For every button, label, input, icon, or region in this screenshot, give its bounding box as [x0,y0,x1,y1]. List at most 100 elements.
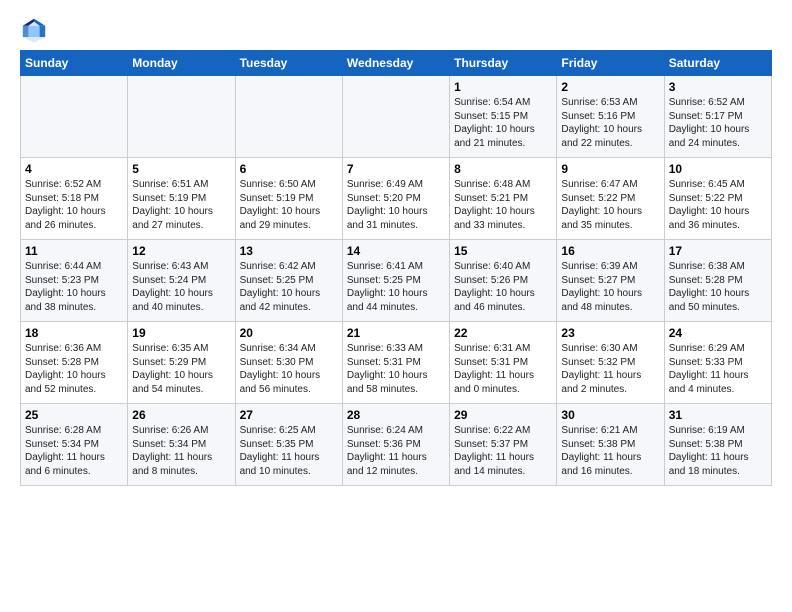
cell-content: Sunrise: 6:25 AM Sunset: 5:35 PM Dayligh… [240,424,338,478]
cell-content: Sunrise: 6:41 AM Sunset: 5:25 PM Dayligh… [347,260,445,314]
day-number: 8 [454,162,552,176]
cell-content: Sunrise: 6:26 AM Sunset: 5:34 PM Dayligh… [132,424,230,478]
cell-content: Sunrise: 6:51 AM Sunset: 5:19 PM Dayligh… [132,178,230,232]
calendar-cell: 27 Sunrise: 6:25 AM Sunset: 5:35 PM Dayli… [235,404,342,486]
cell-content: Sunrise: 6:19 AM Sunset: 5:38 PM Dayligh… [669,424,767,478]
calendar-cell: 9 Sunrise: 6:47 AM Sunset: 5:22 PM Daylig… [557,158,664,240]
calendar-body: 1 Sunrise: 6:54 AM Sunset: 5:15 PM Daylig… [21,76,772,486]
cell-content: Sunrise: 6:52 AM Sunset: 5:18 PM Dayligh… [25,178,123,232]
calendar-header: SundayMondayTuesdayWednesdayThursdayFrid… [21,51,772,76]
calendar-cell: 1 Sunrise: 6:54 AM Sunset: 5:15 PM Daylig… [450,76,557,158]
weekday-tuesday: Tuesday [235,51,342,76]
day-number: 22 [454,326,552,340]
day-number: 17 [669,244,767,258]
cell-content: Sunrise: 6:48 AM Sunset: 5:21 PM Dayligh… [454,178,552,232]
cell-content: Sunrise: 6:43 AM Sunset: 5:24 PM Dayligh… [132,260,230,314]
logo-icon [20,16,48,44]
logo [20,16,52,44]
cell-content: Sunrise: 6:45 AM Sunset: 5:22 PM Dayligh… [669,178,767,232]
calendar-cell: 10Sunrise: 6:45 AM Sunset: 5:22 PM Dayli… [664,158,771,240]
calendar-row-1: 4 Sunrise: 6:52 AM Sunset: 5:18 PM Daylig… [21,158,772,240]
cell-content: Sunrise: 6:39 AM Sunset: 5:27 PM Dayligh… [561,260,659,314]
day-number: 4 [25,162,123,176]
calendar-row-3: 18Sunrise: 6:36 AM Sunset: 5:28 PM Dayli… [21,322,772,404]
day-number: 14 [347,244,445,258]
day-number: 1 [454,80,552,94]
cell-content: Sunrise: 6:54 AM Sunset: 5:15 PM Dayligh… [454,96,552,150]
page: SundayMondayTuesdayWednesdayThursdayFrid… [0,0,792,496]
weekday-thursday: Thursday [450,51,557,76]
cell-content: Sunrise: 6:21 AM Sunset: 5:38 PM Dayligh… [561,424,659,478]
calendar-cell: 13 Sunrise: 6:42 AM Sunset: 5:25 PM Dayli… [235,240,342,322]
cell-content: Sunrise: 6:40 AM Sunset: 5:26 PM Dayligh… [454,260,552,314]
cell-content: Sunrise: 6:31 AM Sunset: 5:31 PM Dayligh… [454,342,552,396]
cell-content: Sunrise: 6:47 AM Sunset: 5:22 PM Dayligh… [561,178,659,232]
day-number: 16 [561,244,659,258]
calendar-cell: 29Sunrise: 6:22 AM Sunset: 5:37 PM Dayli… [450,404,557,486]
calendar-cell: 6 Sunrise: 6:50 AM Sunset: 5:19 PM Daylig… [235,158,342,240]
calendar-cell: 8 Sunrise: 6:48 AM Sunset: 5:21 PM Daylig… [450,158,557,240]
weekday-saturday: Saturday [664,51,771,76]
calendar-cell: 24Sunrise: 6:29 AM Sunset: 5:33 PM Dayli… [664,322,771,404]
day-number: 13 [240,244,338,258]
calendar-row-4: 25Sunrise: 6:28 AM Sunset: 5:34 PM Dayli… [21,404,772,486]
day-number: 6 [240,162,338,176]
calendar-cell: 18Sunrise: 6:36 AM Sunset: 5:28 PM Dayli… [21,322,128,404]
calendar-cell [342,76,449,158]
calendar-cell [128,76,235,158]
day-number: 12 [132,244,230,258]
cell-content: Sunrise: 6:42 AM Sunset: 5:25 PM Dayligh… [240,260,338,314]
day-number: 15 [454,244,552,258]
day-number: 5 [132,162,230,176]
day-number: 7 [347,162,445,176]
calendar-cell: 19 Sunrise: 6:35 AM Sunset: 5:29 PM Dayli… [128,322,235,404]
calendar-cell: 7 Sunrise: 6:49 AM Sunset: 5:20 PM Daylig… [342,158,449,240]
day-number: 11 [25,244,123,258]
calendar-cell: 21 Sunrise: 6:33 AM Sunset: 5:31 PM Dayli… [342,322,449,404]
calendar-cell: 23Sunrise: 6:30 AM Sunset: 5:32 PM Dayli… [557,322,664,404]
day-number: 3 [669,80,767,94]
cell-content: Sunrise: 6:50 AM Sunset: 5:19 PM Dayligh… [240,178,338,232]
day-number: 26 [132,408,230,422]
calendar-cell: 26 Sunrise: 6:26 AM Sunset: 5:34 PM Dayli… [128,404,235,486]
day-number: 20 [240,326,338,340]
calendar-row-0: 1 Sunrise: 6:54 AM Sunset: 5:15 PM Daylig… [21,76,772,158]
calendar-cell: 15 Sunrise: 6:40 AM Sunset: 5:26 PM Dayli… [450,240,557,322]
day-number: 25 [25,408,123,422]
header-area [20,16,772,44]
calendar-table: SundayMondayTuesdayWednesdayThursdayFrid… [20,50,772,486]
day-number: 9 [561,162,659,176]
weekday-friday: Friday [557,51,664,76]
day-number: 2 [561,80,659,94]
cell-content: Sunrise: 6:22 AM Sunset: 5:37 PM Dayligh… [454,424,552,478]
cell-content: Sunrise: 6:33 AM Sunset: 5:31 PM Dayligh… [347,342,445,396]
weekday-monday: Monday [128,51,235,76]
calendar-cell [235,76,342,158]
day-number: 30 [561,408,659,422]
calendar-cell: 22 Sunrise: 6:31 AM Sunset: 5:31 PM Dayli… [450,322,557,404]
calendar-cell: 31 Sunrise: 6:19 AM Sunset: 5:38 PM Dayli… [664,404,771,486]
day-number: 21 [347,326,445,340]
cell-content: Sunrise: 6:49 AM Sunset: 5:20 PM Dayligh… [347,178,445,232]
calendar-cell: 5 Sunrise: 6:51 AM Sunset: 5:19 PM Daylig… [128,158,235,240]
calendar-cell: 16 Sunrise: 6:39 AM Sunset: 5:27 PM Dayli… [557,240,664,322]
weekday-header-row: SundayMondayTuesdayWednesdayThursdayFrid… [21,51,772,76]
calendar-cell: 4 Sunrise: 6:52 AM Sunset: 5:18 PM Daylig… [21,158,128,240]
day-number: 23 [561,326,659,340]
cell-content: Sunrise: 6:35 AM Sunset: 5:29 PM Dayligh… [132,342,230,396]
day-number: 31 [669,408,767,422]
day-number: 27 [240,408,338,422]
cell-content: Sunrise: 6:24 AM Sunset: 5:36 PM Dayligh… [347,424,445,478]
calendar-cell: 20Sunrise: 6:34 AM Sunset: 5:30 PM Dayli… [235,322,342,404]
cell-content: Sunrise: 6:52 AM Sunset: 5:17 PM Dayligh… [669,96,767,150]
calendar-cell [21,76,128,158]
calendar-row-2: 11 Sunrise: 6:44 AM Sunset: 5:23 PM Dayli… [21,240,772,322]
weekday-wednesday: Wednesday [342,51,449,76]
calendar-cell: 2 Sunrise: 6:53 AM Sunset: 5:16 PM Daylig… [557,76,664,158]
cell-content: Sunrise: 6:44 AM Sunset: 5:23 PM Dayligh… [25,260,123,314]
day-number: 28 [347,408,445,422]
cell-content: Sunrise: 6:36 AM Sunset: 5:28 PM Dayligh… [25,342,123,396]
cell-content: Sunrise: 6:38 AM Sunset: 5:28 PM Dayligh… [669,260,767,314]
cell-content: Sunrise: 6:53 AM Sunset: 5:16 PM Dayligh… [561,96,659,150]
day-number: 19 [132,326,230,340]
